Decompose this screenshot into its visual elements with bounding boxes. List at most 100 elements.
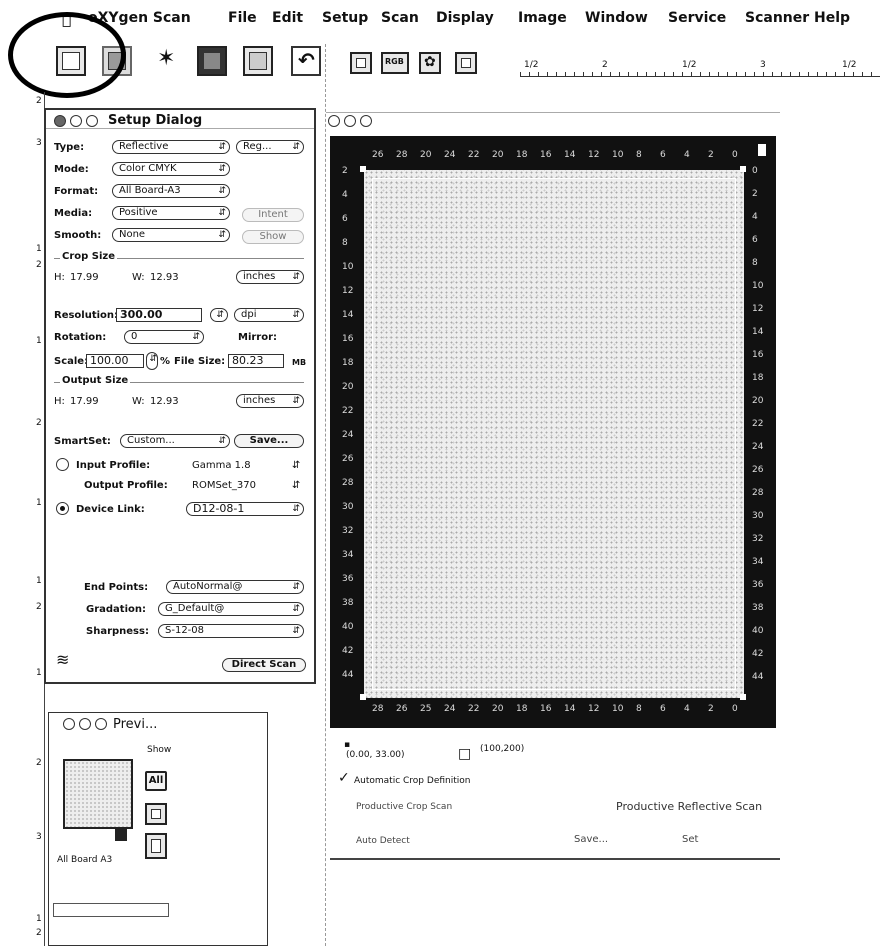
popup-arrow-icon[interactable]: ⇵ xyxy=(292,460,300,471)
scan-ruler-number: 26 xyxy=(342,454,354,464)
auto-crop-label[interactable]: Automatic Crop Definition xyxy=(354,776,470,786)
input-profile-value[interactable]: Gamma 1.8 xyxy=(192,460,251,471)
crop-handle[interactable] xyxy=(740,694,746,700)
device-link-radio[interactable] xyxy=(56,502,69,515)
setup-dialog-titlebar[interactable]: Setup Dialog xyxy=(46,112,314,129)
output-profile-value[interactable]: ROMSet_370 xyxy=(192,480,256,491)
scale-field[interactable]: 100.00 xyxy=(86,354,144,368)
ruler-label: 3 xyxy=(760,60,766,70)
sharpness-popup[interactable]: S-12-08 ⇵ xyxy=(158,624,304,638)
type-extra-popup[interactable]: Reg... ⇵ xyxy=(236,140,304,154)
rgb-icon[interactable]: RGB xyxy=(381,52,409,74)
scan-frame-icon[interactable] xyxy=(145,833,167,859)
menu-scanner-help[interactable]: Scanner Help xyxy=(745,10,850,26)
mirror-label: Mirror: xyxy=(238,332,278,343)
crop-w-value[interactable]: 12.93 xyxy=(150,272,179,283)
ruler-label: 1 xyxy=(36,336,42,346)
popup-arrow-icon[interactable]: ⇵ xyxy=(292,480,300,491)
scanned-image[interactable] xyxy=(364,170,744,698)
menu-edit[interactable]: Edit xyxy=(272,10,303,26)
end-points-popup[interactable]: AutoNormal@ ⇵ xyxy=(166,580,304,594)
sharpness-value: S-12-08 xyxy=(165,625,205,636)
out-h-value[interactable]: 17.99 xyxy=(70,396,99,407)
scan-ruler-number: 30 xyxy=(752,511,764,521)
smooth-popup[interactable]: None ⇵ xyxy=(112,228,230,242)
out-units-popup[interactable]: inches ⇵ xyxy=(236,394,304,408)
menu-image[interactable]: Image xyxy=(518,10,567,26)
crop-handle[interactable] xyxy=(740,166,746,172)
monitor-icon[interactable] xyxy=(145,803,167,825)
scan-ruler-number: 20 xyxy=(420,150,432,160)
ruler-label: 2 xyxy=(36,928,42,938)
close-icon[interactable] xyxy=(328,115,340,127)
type-popup[interactable]: Reflective ⇵ xyxy=(112,140,230,154)
preview-window: Previ... Show All All Board A3 xyxy=(48,712,268,946)
scan-ruler-number: 42 xyxy=(752,649,764,659)
small-monitor-icon[interactable] xyxy=(115,829,127,841)
crop-units-popup[interactable]: inches ⇵ xyxy=(236,270,304,284)
menu-scan[interactable]: Scan xyxy=(381,10,419,26)
minimize-icon[interactable] xyxy=(79,718,91,730)
minimize-icon[interactable] xyxy=(344,115,356,127)
document-icon[interactable] xyxy=(197,46,227,76)
frame-icon[interactable] xyxy=(350,52,372,74)
save-button[interactable]: Save... xyxy=(574,834,608,845)
crop-h-value[interactable]: 17.99 xyxy=(70,272,99,283)
menu-display[interactable]: Display xyxy=(436,10,494,26)
smooth-value: None xyxy=(119,229,146,240)
productive-crop-scan-label[interactable]: Productive Crop Scan xyxy=(356,802,452,812)
all-button[interactable]: All xyxy=(145,771,167,791)
resolution-stepper[interactable]: ⇵ xyxy=(210,308,228,322)
scan-ruler-number: 38 xyxy=(752,603,764,613)
close-icon[interactable] xyxy=(63,718,75,730)
image-icon[interactable] xyxy=(243,46,273,76)
scan-ruler-number: 14 xyxy=(564,150,576,160)
direct-scan-button[interactable]: Direct Scan xyxy=(222,658,306,672)
productive-reflective-scan-label[interactable]: Productive Reflective Scan xyxy=(616,800,762,813)
gradation-value: G_Default@ xyxy=(165,603,225,614)
mode-popup[interactable]: Color CMYK ⇵ xyxy=(112,162,230,176)
smartset-popup[interactable]: Custom... ⇵ xyxy=(120,434,230,448)
smartset-save-button[interactable]: Save... xyxy=(234,434,304,448)
zoom-icon[interactable] xyxy=(360,115,372,127)
intent-button[interactable]: Intent xyxy=(242,208,304,222)
close-icon[interactable] xyxy=(54,115,66,127)
menu-file[interactable]: File xyxy=(228,10,257,26)
input-profile-radio[interactable] xyxy=(56,458,69,471)
menu-window[interactable]: Window xyxy=(585,10,648,26)
set-button[interactable]: Set xyxy=(682,834,698,845)
rotate-icon[interactable]: ↶ xyxy=(291,46,321,76)
scan-ruler-number: 12 xyxy=(342,286,354,296)
scan-ruler-number: 12 xyxy=(588,704,600,714)
menu-service[interactable]: Service xyxy=(668,10,726,26)
popup-arrow-icon: ⇵ xyxy=(292,582,300,592)
zoom-icon[interactable] xyxy=(95,718,107,730)
rotation-popup[interactable]: 0 ⇵ xyxy=(124,330,204,344)
resolution-unit-popup[interactable]: dpi ⇵ xyxy=(234,308,304,322)
media-popup[interactable]: Positive ⇵ xyxy=(112,206,230,220)
leaf-icon[interactable]: ✿ xyxy=(419,52,441,74)
device-link-popup[interactable]: D12-08-1 ⇵ xyxy=(186,502,304,516)
menu-setup[interactable]: Setup xyxy=(322,10,368,26)
show-button[interactable]: Show xyxy=(242,230,304,244)
scan-preview-area[interactable]: 26 28 20 24 22 20 18 16 14 12 10 8 6 4 2 0 28 26 25 24 22 20 1… xyxy=(330,136,776,728)
crop-handle[interactable] xyxy=(360,166,366,172)
crop-icon[interactable] xyxy=(455,52,477,74)
crop-handle[interactable] xyxy=(360,694,366,700)
resolution-field[interactable]: 300.00 xyxy=(116,308,202,322)
gradation-popup[interactable]: G_Default@ ⇵ xyxy=(158,602,304,616)
preview-thumbnail[interactable] xyxy=(63,759,133,829)
scan-ruler-number: 18 xyxy=(516,150,528,160)
bug-icon[interactable]: ✶ xyxy=(153,46,183,76)
scroll-handle[interactable] xyxy=(758,144,766,156)
ruler-label: 3 xyxy=(36,138,42,148)
out-w-value[interactable]: 12.93 xyxy=(150,396,179,407)
auto-detect-label[interactable]: Auto Detect xyxy=(356,836,410,846)
ruler-label: 2 xyxy=(36,96,42,106)
scale-stepper[interactable]: ⇵ xyxy=(146,352,158,370)
check-icon[interactable]: ✓ xyxy=(338,770,350,786)
preview-text-field[interactable] xyxy=(53,903,169,917)
format-popup[interactable]: All Board-A3 ⇵ xyxy=(112,184,230,198)
zoom-icon[interactable] xyxy=(86,115,98,127)
minimize-icon[interactable] xyxy=(70,115,82,127)
